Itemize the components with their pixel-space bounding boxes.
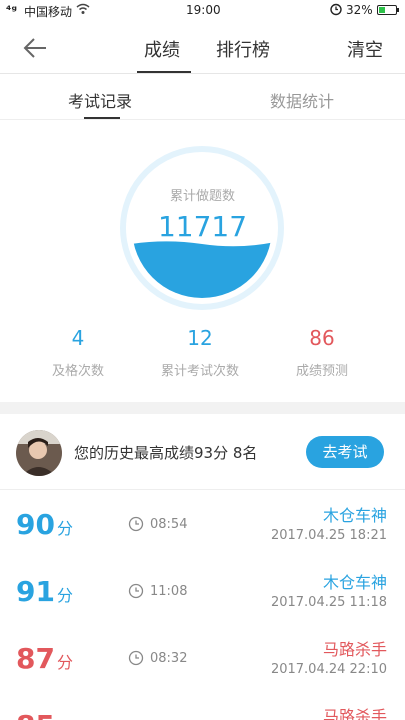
gauge-label: 累计做题数 bbox=[169, 189, 235, 204]
navigation-bar: 成绩 排行榜 清空 bbox=[0, 22, 405, 74]
stat-exam-count: 12 累计考试次数 bbox=[140, 326, 260, 379]
tab-score[interactable]: 成绩 bbox=[144, 36, 180, 62]
clear-button[interactable]: 清空 bbox=[347, 36, 383, 62]
status-bar: ⁴ᵍ 中国移动 19:00 32% bbox=[0, 0, 405, 22]
list-item[interactable]: 91 分 11:08 木仓车神 2017.04.25 11:18 bbox=[0, 567, 405, 634]
tab-exam-records-indicator bbox=[84, 117, 120, 119]
gauge-value: 11717 bbox=[157, 210, 248, 243]
clock-time: 19:00 bbox=[186, 3, 221, 17]
avatar bbox=[16, 430, 62, 476]
stat-label: 累计考试次数 bbox=[160, 364, 239, 379]
stat-score-prediction: 86 成绩预测 bbox=[262, 326, 382, 379]
record-score: 87 分 bbox=[16, 642, 73, 675]
back-arrow-icon[interactable] bbox=[22, 36, 48, 60]
tab-data-stats[interactable]: 数据统计 bbox=[270, 88, 334, 112]
sub-tab-bar: 考试记录 数据统计 bbox=[0, 74, 405, 120]
signal-icon: ⁴ᵍ bbox=[6, 3, 18, 17]
section-divider bbox=[0, 402, 405, 414]
stat-label: 成绩预测 bbox=[295, 364, 348, 379]
tab-exam-records[interactable]: 考试记录 bbox=[68, 88, 132, 112]
stat-value: 12 bbox=[187, 326, 213, 350]
record-nickname: 马路杀手 bbox=[322, 640, 387, 659]
carrier-name: 中国移动 bbox=[24, 5, 73, 19]
stat-label: 及格次数 bbox=[51, 364, 104, 379]
tab-leaderboard[interactable]: 排行榜 bbox=[216, 36, 270, 62]
stat-pass-count: 4 及格次数 bbox=[18, 326, 138, 379]
record-date: 2017.04.25 18:21 bbox=[270, 528, 387, 543]
record-date: 2017.04.24 22:10 bbox=[270, 662, 387, 677]
record-duration: 08:54 bbox=[150, 517, 188, 532]
record-nickname: 木仓车神 bbox=[322, 573, 387, 592]
record-score: 91 分 bbox=[16, 575, 73, 608]
clock-icon bbox=[128, 650, 144, 666]
stat-value: 4 bbox=[71, 326, 85, 350]
list-item[interactable]: 85分 马路杀手 bbox=[0, 701, 405, 720]
alarm-icon bbox=[329, 2, 343, 19]
record-date: 2017.04.25 11:18 bbox=[270, 595, 387, 610]
stats-row: 4 及格次数 12 累计考试次数 86 成绩预测 bbox=[0, 326, 405, 386]
best-score-row: 您的历史最高成绩93分 8名 去考试 bbox=[0, 414, 405, 490]
clock-icon bbox=[128, 516, 144, 532]
battery-icon bbox=[377, 5, 399, 15]
list-item[interactable]: 87 分 08:32 马路杀手 2017.04.24 22:10 bbox=[0, 634, 405, 701]
list-item[interactable]: 90 分 08:54 木仓车神 2017.04.25 18:21 bbox=[0, 500, 405, 567]
start-exam-button[interactable]: 去考试 bbox=[306, 436, 384, 468]
best-score-text: 您的历史最高成绩93分 8名 bbox=[74, 444, 258, 462]
record-nickname: 木仓车神 bbox=[322, 506, 387, 525]
record-score: 90 分 bbox=[16, 508, 73, 541]
record-nickname: 马路杀手 bbox=[322, 707, 387, 720]
stat-value: 86 bbox=[309, 326, 335, 350]
record-duration: 11:08 bbox=[150, 584, 188, 599]
record-score: 85分 bbox=[16, 709, 73, 720]
wifi-icon bbox=[76, 2, 90, 19]
record-duration: 08:32 bbox=[150, 651, 188, 666]
clock-icon bbox=[128, 583, 144, 599]
tab-score-indicator bbox=[137, 71, 191, 73]
battery-percent: 32% bbox=[346, 3, 373, 17]
